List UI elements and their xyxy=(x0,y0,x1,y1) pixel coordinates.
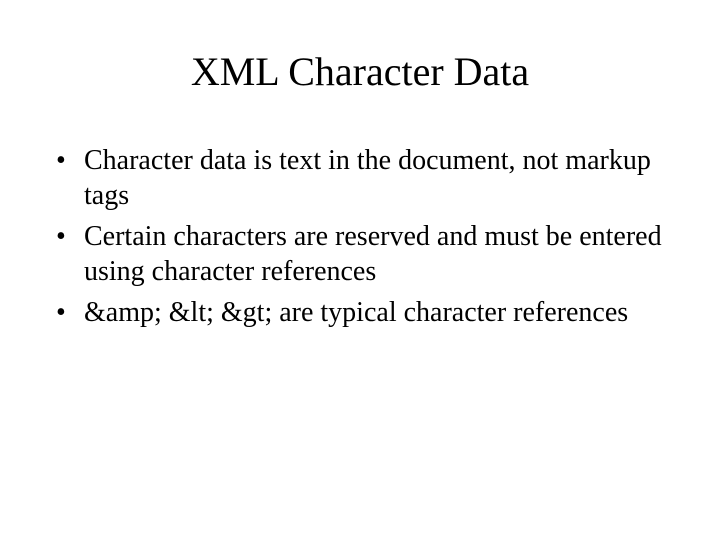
list-item: &amp; &lt; &gt; are typical character re… xyxy=(56,295,672,330)
list-item: Certain characters are reserved and must… xyxy=(56,219,672,289)
slide: XML Character Data Character data is tex… xyxy=(0,0,720,540)
slide-title: XML Character Data xyxy=(48,48,672,95)
bullet-list: Character data is text in the document, … xyxy=(56,143,672,330)
list-item: Character data is text in the document, … xyxy=(56,143,672,213)
